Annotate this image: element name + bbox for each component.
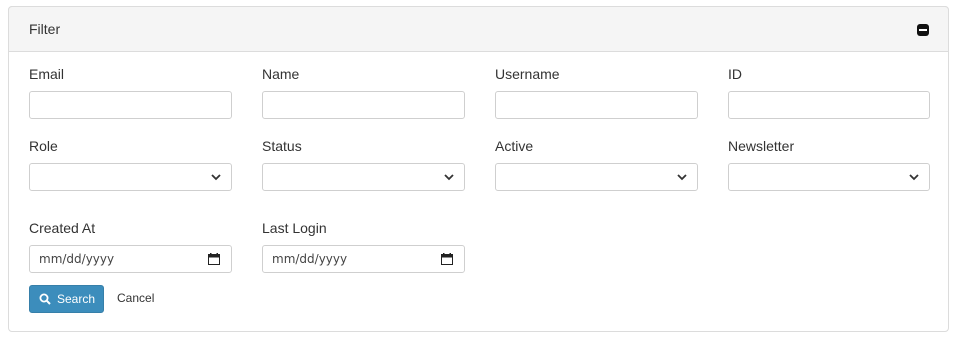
role-group: Role — [29, 136, 232, 191]
role-label: Role — [29, 138, 58, 154]
newsletter-select[interactable] — [728, 163, 930, 191]
last-login-label: Last Login — [262, 220, 327, 236]
created-at-placeholder: mm/dd/yyyy — [39, 252, 115, 266]
active-label: Active — [495, 138, 534, 154]
last-login-date-input[interactable]: mm/dd/yyyy — [262, 245, 465, 273]
chevron-down-icon — [444, 174, 454, 181]
search-button[interactable]: Search — [29, 285, 104, 313]
active-select[interactable] — [495, 163, 698, 191]
chevron-down-icon — [677, 174, 687, 181]
last-login-placeholder: mm/dd/yyyy — [272, 252, 348, 266]
email-label: Email — [29, 66, 65, 82]
name-label: Name — [262, 66, 300, 82]
panel-title: Filter — [29, 21, 61, 37]
status-select[interactable] — [262, 163, 465, 191]
created-at-group: Created At mm/dd/yyyy — [29, 218, 232, 273]
created-at-label: Created At — [29, 220, 96, 236]
role-select[interactable] — [29, 163, 232, 191]
panel-header-bar: Filter — [8, 6, 949, 52]
last-login-group: Last Login mm/dd/yyyy — [262, 218, 465, 273]
id-label: ID — [728, 66, 742, 82]
newsletter-label: Newsletter — [728, 138, 795, 154]
status-label: Status — [262, 138, 302, 154]
collapse-icon[interactable] — [917, 24, 929, 36]
id-field[interactable] — [728, 91, 930, 119]
name-field[interactable] — [262, 91, 465, 119]
chevron-down-icon — [211, 174, 221, 181]
calendar-icon[interactable] — [441, 253, 453, 265]
id-group: ID — [728, 64, 930, 119]
chevron-down-icon — [909, 174, 919, 181]
username-group: Username — [495, 64, 698, 119]
name-group: Name — [262, 64, 465, 119]
username-field[interactable] — [495, 91, 698, 119]
cancel-link[interactable]: Cancel — [117, 291, 154, 305]
created-at-date-input[interactable]: mm/dd/yyyy — [29, 245, 232, 273]
newsletter-group: Newsletter — [728, 136, 930, 191]
panel-header: Filter — [8, 6, 949, 52]
status-group: Status — [262, 136, 465, 191]
email-field[interactable] — [29, 91, 232, 119]
email-group: Email — [29, 64, 232, 119]
calendar-icon[interactable] — [208, 253, 220, 265]
active-group: Active — [495, 136, 698, 191]
search-button-label: Search — [57, 292, 96, 306]
username-label: Username — [495, 66, 560, 82]
search-icon — [39, 293, 51, 305]
